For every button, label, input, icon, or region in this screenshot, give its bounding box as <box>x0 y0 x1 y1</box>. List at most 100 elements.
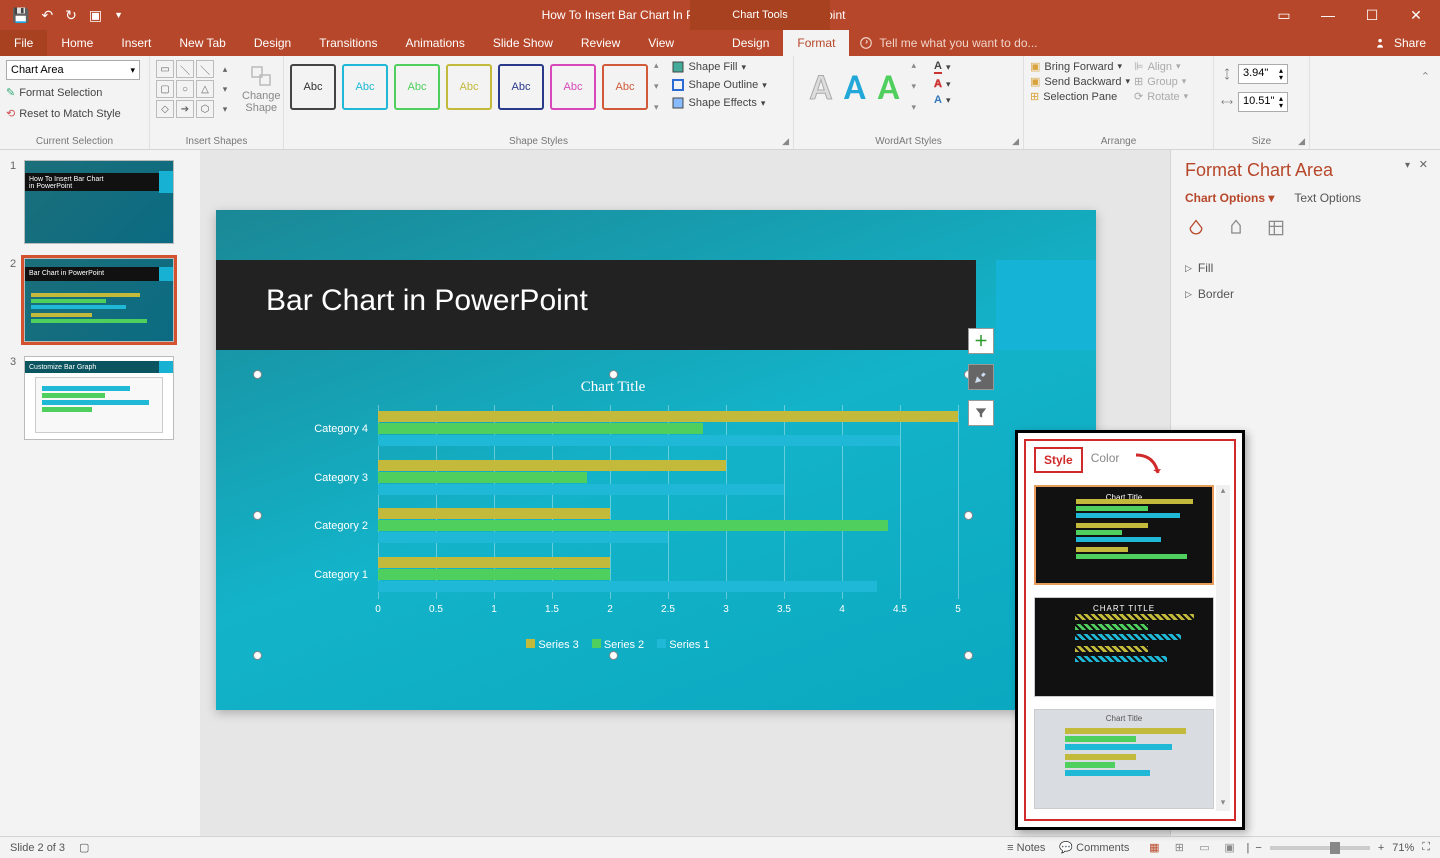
group-current-selection: Chart Area▾ ✎Format Selection ⟲Reset to … <box>0 56 150 149</box>
spell-check-icon[interactable]: ▢ <box>79 841 89 854</box>
tell-me-input[interactable]: Tell me what you want to do... <box>849 30 1362 56</box>
tab-insert[interactable]: Insert <box>107 30 165 56</box>
tab-newtab[interactable]: New Tab <box>165 30 239 56</box>
style-option-3[interactable]: Chart Title <box>1034 709 1214 809</box>
chart-legend: Series 3 Series 2 Series 1 <box>258 639 968 651</box>
pane-dropdown-icon[interactable]: ▾ <box>1405 160 1410 171</box>
slide-title: Bar Chart in PowerPoint <box>216 260 976 350</box>
zoom-in-icon[interactable]: + <box>1378 842 1384 854</box>
wordart-launcher-icon[interactable]: ◢ <box>1012 136 1019 147</box>
slide-thumbnails: 1 How To Insert Bar Chart in PowerPoint … <box>0 150 200 836</box>
chart-options-tab[interactable]: Chart Options ▾ <box>1185 191 1274 205</box>
text-outline-button[interactable]: A ▾ <box>934 78 950 90</box>
slide-counter[interactable]: Slide 2 of 3 <box>10 842 65 854</box>
size-properties-icon[interactable] <box>1265 217 1287 239</box>
text-options-tab[interactable]: Text Options <box>1294 191 1361 205</box>
slide-accent-strip <box>996 260 1096 350</box>
format-selection-button[interactable]: ✎Format Selection <box>6 84 102 101</box>
text-fill-button[interactable]: A ▾ <box>934 60 950 74</box>
reset-style-button[interactable]: ⟲Reset to Match Style <box>6 105 121 122</box>
thumbnail-slide-3[interactable]: Customize Bar Graph <box>24 356 174 440</box>
group-shape-styles: Abc Abc Abc Abc Abc Abc Abc ▴▾▾ Shape Fi… <box>284 56 794 149</box>
group-button: ⊞Group ▾ <box>1134 75 1188 88</box>
fill-line-icon[interactable] <box>1185 217 1207 239</box>
rotate-button: ⟳Rotate ▾ <box>1134 90 1188 103</box>
thumbnail-slide-2[interactable]: Bar Chart in PowerPoint <box>24 258 174 342</box>
zoom-percent[interactable]: 71% <box>1392 842 1414 854</box>
collapse-ribbon-icon[interactable]: ⌃ <box>1421 70 1430 83</box>
chart-tools-label: Chart Tools <box>690 0 830 30</box>
tab-transitions[interactable]: Transitions <box>305 30 391 56</box>
thumbnail-slide-1[interactable]: How To Insert Bar Chart in PowerPoint <box>24 160 174 244</box>
qat-dropdown-icon[interactable]: ▼ <box>114 10 123 20</box>
ribbon-tabs: File Home Insert New Tab Design Transiti… <box>0 30 1440 56</box>
tab-file[interactable]: File <box>0 30 47 56</box>
height-input[interactable]: 3.94"▴▾ <box>1220 64 1288 84</box>
tab-slideshow[interactable]: Slide Show <box>479 30 567 56</box>
slide: Bar Chart in PowerPoint Chart Title 00.5… <box>216 210 1096 710</box>
notes-button[interactable]: ≡ Notes <box>1007 842 1045 854</box>
color-tab[interactable]: Color <box>1083 447 1128 473</box>
quick-access-toolbar: 💾 ↶ ↻ ▣ ▼ <box>0 7 123 24</box>
selection-pane-button[interactable]: ⊞Selection Pane <box>1030 90 1130 103</box>
normal-view-icon[interactable]: ▦ <box>1143 841 1165 854</box>
shape-styles-launcher-icon[interactable]: ◢ <box>782 136 789 147</box>
change-shape-button[interactable]: Change Shape <box>238 60 285 118</box>
slideshow-view-icon[interactable]: ▣ <box>1219 841 1241 854</box>
group-insert-shapes: ▭＼＼▴ ▢○△▾ ◇➔⬡▾ Change Shape Insert Shape… <box>150 56 284 149</box>
save-icon[interactable]: 💾 <box>12 7 29 24</box>
group-size: 3.94"▴▾ 10.51"▴▾ Size ◢ <box>1214 56 1310 149</box>
minimize-icon[interactable]: — <box>1308 7 1348 24</box>
ribbon: Chart Area▾ ✎Format Selection ⟲Reset to … <box>0 56 1440 150</box>
fill-section[interactable]: ▷Fill <box>1185 255 1426 281</box>
bring-forward-button[interactable]: ▣Bring Forward ▾ <box>1030 60 1130 73</box>
maximize-icon[interactable]: ☐ <box>1352 7 1392 24</box>
status-bar: Slide 2 of 3 ▢ ≡ Notes 💬 Comments ▦ ⊞ ▭ … <box>0 836 1440 858</box>
style-tab[interactable]: Style <box>1034 447 1083 473</box>
text-effects-button[interactable]: A ▾ <box>934 94 950 106</box>
tab-animations[interactable]: Animations <box>391 30 478 56</box>
chart-style-popup: Style Color Chart Title CHART TITLE <box>1015 430 1245 830</box>
zoom-out-icon[interactable]: − <box>1255 842 1261 854</box>
shape-outline-button[interactable]: Shape Outline ▾ <box>671 78 767 92</box>
align-button[interactable]: ⊫Align ▾ <box>1134 60 1188 73</box>
fit-to-window-icon[interactable]: ⛶ <box>1422 841 1430 854</box>
border-section[interactable]: ▷Border <box>1185 281 1426 307</box>
tab-chart-format[interactable]: Format <box>783 30 849 56</box>
redo-icon[interactable]: ↻ <box>65 7 77 24</box>
shape-effects-button[interactable]: Shape Effects ▾ <box>671 96 767 110</box>
sorter-view-icon[interactable]: ⊞ <box>1168 841 1190 854</box>
tab-design[interactable]: Design <box>240 30 305 56</box>
reading-view-icon[interactable]: ▭ <box>1193 841 1215 854</box>
style-option-1[interactable]: Chart Title <box>1034 485 1214 585</box>
style-option-2[interactable]: CHART TITLE <box>1034 597 1214 697</box>
pane-close-icon[interactable]: ✕ <box>1419 158 1428 171</box>
tab-review[interactable]: Review <box>567 30 634 56</box>
shape-style-gallery[interactable]: Abc Abc Abc Abc Abc Abc Abc ▴▾▾ <box>290 60 659 113</box>
chart-filters-button[interactable] <box>968 400 994 426</box>
tab-chart-design[interactable]: Design <box>718 30 783 56</box>
shape-fill-button[interactable]: Shape Fill ▾ <box>671 60 767 74</box>
wordart-gallery[interactable]: A A A ▴▾▾ <box>800 60 926 113</box>
chart-element-combo[interactable]: Chart Area▾ <box>6 60 140 80</box>
chart-object[interactable]: Chart Title 00.511.522.533.544.55Categor… <box>258 375 968 655</box>
style-popup-scrollbar[interactable]: ▴ ▾ <box>1216 485 1230 811</box>
close-icon[interactable]: ✕ <box>1396 7 1436 24</box>
chart-styles-button[interactable] <box>968 364 994 390</box>
format-pane-title: Format Chart Area <box>1185 160 1426 181</box>
shapes-gallery[interactable]: ▭＼＼▴ ▢○△▾ ◇➔⬡▾ <box>156 60 234 118</box>
undo-icon[interactable]: ↶ <box>41 7 53 24</box>
send-backward-button[interactable]: ▣Send Backward ▾ <box>1030 75 1130 88</box>
comments-button[interactable]: 💬 Comments <box>1059 841 1129 854</box>
share-button[interactable]: Share <box>1362 30 1440 56</box>
ribbon-display-icon[interactable]: ▭ <box>1264 7 1304 24</box>
size-launcher-icon[interactable]: ◢ <box>1298 136 1305 147</box>
tab-home[interactable]: Home <box>47 30 107 56</box>
zoom-slider[interactable] <box>1270 846 1370 850</box>
width-input[interactable]: 10.51"▴▾ <box>1220 92 1288 112</box>
group-arrange: ▣Bring Forward ▾ ▣Send Backward ▾ ⊞Selec… <box>1024 56 1214 149</box>
start-slideshow-icon[interactable]: ▣ <box>89 7 102 24</box>
chart-elements-button[interactable]: ＋ <box>968 328 994 354</box>
effects-icon[interactable] <box>1225 217 1247 239</box>
tab-view[interactable]: View <box>634 30 688 56</box>
